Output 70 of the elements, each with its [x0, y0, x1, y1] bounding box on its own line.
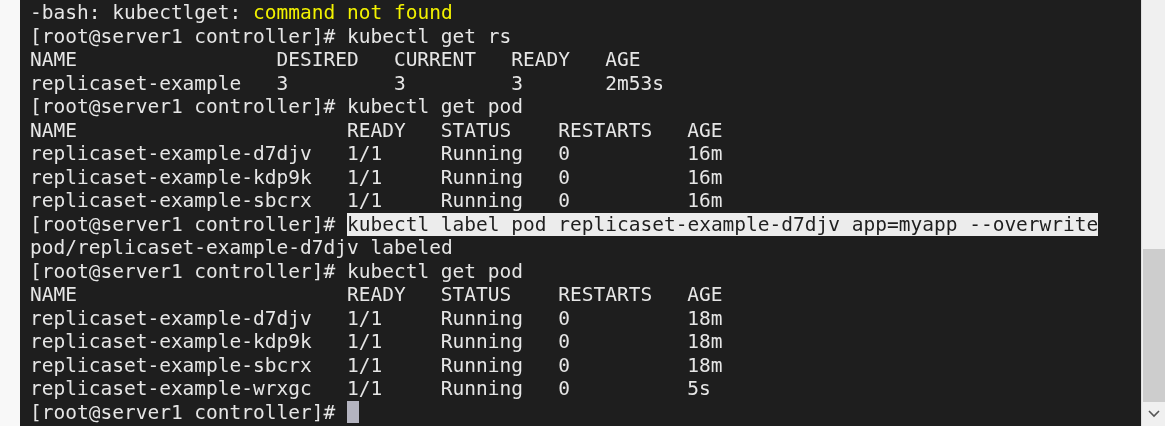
table-cell-text: replicaset-example-kdp9k	[30, 330, 313, 354]
error-message: command not found	[253, 1, 453, 25]
table-cell-text: replicaset-example-d7djv	[30, 306, 313, 330]
table-cell-text: 0	[558, 353, 571, 377]
table-cell-text: replicaset-example-kdp9k	[30, 165, 313, 189]
scrollbar-thumb[interactable]	[1143, 249, 1165, 402]
table-cell: 16m	[687, 189, 723, 213]
table-cell-text: replicaset-example	[30, 71, 243, 95]
column-header: RESTARTS	[558, 118, 654, 142]
shell-prompt: [root@server1 controller]#	[30, 212, 336, 236]
column-header: READY	[511, 48, 571, 72]
shell-prompt: [root@server1 controller]#	[30, 259, 336, 283]
shell-prompt: [root@server1 controller]#	[30, 400, 336, 424]
shell-prompt: [root@server1 controller]#	[30, 24, 336, 48]
table-cell-text: 0	[558, 189, 571, 213]
column-header: NAME	[30, 283, 78, 307]
table-cell-text: replicaset-example-sbcrx	[30, 353, 313, 377]
column-header: DESIRED	[276, 48, 360, 72]
table-cell: 5s	[687, 377, 711, 401]
table-cell-text: replicaset-example-wrxgc	[30, 377, 313, 401]
table-cell-text: Running	[440, 165, 525, 189]
table-cell-text: 1/1	[346, 142, 384, 166]
table-cell-text: 1/1	[346, 165, 384, 189]
table-cell: 18m	[687, 330, 723, 354]
table-cell: 18m	[687, 306, 723, 330]
table-cell-text: replicaset-example-d7djv	[30, 142, 313, 166]
table-cell-text: 3	[393, 71, 407, 95]
table-cell-text: 0	[558, 306, 571, 330]
table-cell-text: Running	[440, 353, 525, 377]
column-header: RESTARTS	[558, 283, 654, 307]
output-text: pod/replicaset-example-d7djv labeled	[30, 236, 453, 260]
column-header: STATUS	[440, 283, 513, 307]
column-header: AGE	[687, 283, 723, 307]
command-text: kubectl get pod	[346, 95, 524, 119]
table-cell-text: 0	[558, 142, 571, 166]
table-cell-text: 1/1	[346, 353, 384, 377]
table-cell: 2m53s	[605, 71, 664, 95]
table-cell-text: 0	[558, 330, 571, 354]
shell-prompt: [root@server1 controller]#	[30, 95, 336, 119]
column-header: READY	[346, 118, 407, 142]
table-cell-text: 1/1	[346, 189, 384, 213]
table-cell-text: Running	[440, 189, 525, 213]
command-text: kubectl get pod	[346, 259, 524, 283]
table-cell: 16m	[687, 142, 723, 166]
scrollbar[interactable]	[1141, 0, 1165, 426]
error-prefix: -bash: kubectlget:	[30, 1, 243, 25]
command-text: kubectl get rs	[346, 24, 512, 48]
column-header: AGE	[687, 118, 723, 142]
chevron-down-icon[interactable]	[1147, 410, 1160, 418]
table-cell-text: 1/1	[346, 377, 384, 401]
table-cell: 18m	[687, 353, 723, 377]
table-cell-text: Running	[440, 330, 525, 354]
table-cell: 16m	[687, 165, 723, 189]
table-cell-text: 0	[558, 377, 571, 401]
table-cell-text: Running	[440, 142, 525, 166]
column-header: NAME	[30, 118, 78, 142]
table-cell-text: 1/1	[346, 306, 384, 330]
column-header: READY	[346, 283, 407, 307]
column-header: CURRENT	[393, 48, 478, 72]
table-cell-text: 3	[511, 71, 524, 95]
table-cell-text: replicaset-example-sbcrx	[30, 189, 313, 213]
column-header: AGE	[605, 48, 641, 72]
table-cell-text: 3	[276, 71, 290, 95]
table-cell-text: 1/1	[346, 330, 384, 354]
table-cell-text: Running	[440, 306, 525, 330]
command-text: kubectl label pod replicaset-example-d7djv app=myapp --overwrite	[346, 212, 1099, 236]
table-cell-text: Running	[440, 377, 525, 401]
column-header: NAME	[30, 48, 78, 72]
column-header: STATUS	[440, 118, 513, 142]
table-cell-text: 0	[558, 165, 571, 189]
